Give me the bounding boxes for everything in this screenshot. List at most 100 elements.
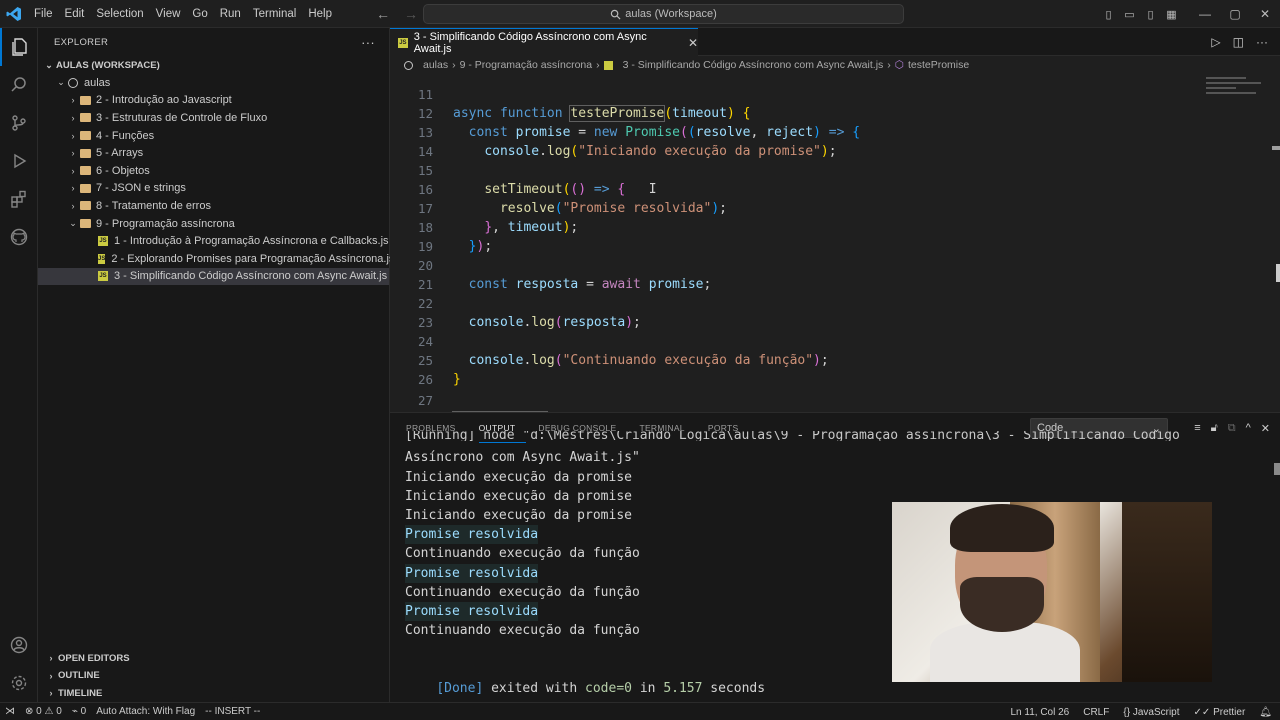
chevron-down-icon: ⌄ (69, 218, 77, 229)
cursor-position[interactable]: Ln 11, Col 26 (1010, 707, 1069, 718)
tree-file[interactable]: JS 2 - Explorando Promises para Programa… (38, 250, 394, 268)
tree-folder[interactable]: › 8 - Tratamento de erros (38, 197, 389, 215)
code-line: 27 testePromise(2000); (390, 372, 1190, 412)
code-editor[interactable]: 11 async function testePromise(timeout) … (390, 74, 1280, 412)
double-check-icon: ✓✓ (1193, 706, 1211, 718)
open-editors-section[interactable]: › OPEN EDITORS (38, 650, 389, 668)
command-center-search[interactable]: aulas (Workspace) (423, 4, 904, 24)
code-line: 16 resolve("Promise resolvida"); (390, 161, 1190, 216)
status-right: Ln 11, Col 26 CRLF {} JavaScript ✓✓ Pret… (1010, 703, 1272, 720)
tree-root-folder[interactable]: ⌄ aulas (38, 74, 389, 92)
menu-terminal[interactable]: Terminal (247, 0, 302, 28)
problems-indicator[interactable]: ⊗ 0 ⚠ 0 (20, 706, 67, 717)
clear-output-icon[interactable]: ≡ (1194, 422, 1200, 434)
tree-folder[interactable]: › 2 - Introdução ao Javascript (38, 92, 389, 110)
folder-icon (80, 183, 91, 193)
outline-section[interactable]: › OUTLINE (38, 667, 389, 685)
code-line: 19 (390, 218, 1190, 254)
folder-label: 3 - Estruturas de Controle de Fluxo (96, 111, 268, 124)
menu-help[interactable]: Help (302, 0, 338, 28)
panel-actions: ≡ 🔓︎ ⧉ ^ ✕ (1194, 413, 1270, 443)
editor-tab-active[interactable]: JS 3 - Simplificando Código Assíncrono c… (390, 28, 698, 56)
prettier-status[interactable]: ✓✓ Prettier (1194, 707, 1246, 718)
menu-file[interactable]: File (28, 0, 59, 28)
menu-selection[interactable]: Selection (90, 0, 149, 28)
javascript-file-icon (603, 60, 613, 70)
editor-scrollbar[interactable] (1272, 74, 1280, 412)
tree-file-selected[interactable]: JS 3 - Simplificando Código Assíncrono c… (38, 267, 389, 286)
warning-icon: ⚠ (44, 706, 54, 717)
split-editor-icon[interactable]: ◫ (1233, 35, 1244, 49)
output-done-line: [Done] exited with code=0 in 5.157 secon… (405, 660, 765, 696)
toggle-secondary-sidebar-icon[interactable]: ▯ (1140, 8, 1161, 21)
more-actions-icon[interactable]: ··· (361, 35, 375, 50)
menu-edit[interactable]: Edit (59, 0, 91, 28)
close-window-icon[interactable]: ✕ (1250, 7, 1280, 21)
search-icon[interactable] (0, 66, 38, 104)
notifications-icon[interactable]: 🔔︎ (1259, 707, 1272, 718)
output-line: Iniciando execução da promise (405, 508, 632, 523)
chevron-right-icon: › (71, 183, 75, 194)
javascript-file-icon: JS (98, 271, 108, 282)
done-in: in (639, 681, 656, 697)
file-label: 1 - Introdução à Programação Assíncrona … (114, 235, 389, 248)
toggle-sidebar-icon[interactable]: ▯ (1098, 8, 1119, 21)
language-mode[interactable]: {} JavaScript (1123, 707, 1179, 718)
chevron-right-icon: › (71, 148, 75, 159)
timeline-section[interactable]: › TIMELINE (38, 685, 389, 703)
run-debug-icon[interactable] (0, 142, 38, 180)
settings-gear-icon[interactable] (0, 664, 38, 702)
tree-folder[interactable]: › 4 - Funções (38, 127, 389, 145)
chevron-right-icon: › (71, 130, 75, 141)
minimize-icon[interactable]: — (1190, 7, 1220, 21)
run-file-icon[interactable]: ▷ (1211, 35, 1220, 49)
copy-icon[interactable]: ⧉ (1228, 422, 1236, 435)
close-panel-icon[interactable]: ✕ (1261, 422, 1270, 435)
braces-icon: {} (1123, 706, 1131, 718)
more-actions-icon[interactable]: ··· (1256, 35, 1268, 49)
minimap[interactable] (1206, 74, 1272, 114)
title-bar: File Edit Selection View Go Run Terminal… (0, 0, 1280, 28)
code-line: 21 (390, 256, 1190, 292)
toggle-panel-icon[interactable]: ▭ (1119, 8, 1140, 21)
customize-layout-icon[interactable]: ▦ (1161, 8, 1182, 21)
breadcrumb-item[interactable]: testePromise (908, 59, 969, 71)
output-line: Promise resolvida (405, 602, 539, 622)
arrow-right-icon[interactable]: → (404, 6, 418, 22)
code-line: 17 }, timeout); (390, 180, 1190, 235)
tree-folder-open[interactable]: ⌄ 9 - Programação assíncrona (38, 215, 389, 233)
breadcrumb-item[interactable]: 9 - Programação assíncrona (460, 59, 592, 71)
tree-folder[interactable]: › 5 - Arrays (38, 144, 389, 162)
remote-icon[interactable]: ⋊ (0, 706, 20, 717)
explorer-icon[interactable] (0, 28, 38, 66)
source-control-icon[interactable] (0, 104, 38, 142)
done-unit: seconds (710, 681, 766, 697)
output-line: Promise resolvida (405, 564, 539, 584)
ports-indicator[interactable]: ⌁ 0 (67, 706, 91, 717)
workspace-section[interactable]: ⌄ AULAS (WORKSPACE) (38, 56, 389, 74)
account-icon[interactable] (0, 626, 38, 664)
line-ending[interactable]: CRLF (1083, 707, 1109, 718)
editor-actions: ▷ ◫ ··· (1211, 28, 1268, 56)
github-icon[interactable] (0, 218, 38, 256)
menu-view[interactable]: View (150, 0, 187, 28)
arrow-left-icon[interactable]: ← (376, 6, 390, 22)
breadcrumb-item[interactable]: aulas (423, 59, 448, 71)
menu-go[interactable]: Go (186, 0, 213, 28)
tree-folder[interactable]: › 7 - JSON e strings (38, 180, 389, 198)
restore-icon[interactable]: ▢ (1220, 7, 1250, 21)
javascript-file-icon: JS (98, 236, 108, 247)
lock-icon[interactable]: 🔓︎ (1211, 422, 1218, 435)
maximize-panel-icon[interactable]: ^ (1246, 422, 1251, 434)
tree-file[interactable]: JS 1 - Introdução à Programação Assíncro… (38, 232, 389, 250)
close-tab-icon[interactable]: ✕ (688, 36, 698, 50)
breadcrumb-item[interactable]: 3 - Simplificando Código Assíncrono com … (623, 59, 884, 71)
tree-folder[interactable]: › 3 - Estruturas de Controle de Fluxo (38, 109, 389, 127)
tree-folder[interactable]: › 6 - Objetos (38, 162, 389, 180)
section-label: TIMELINE (58, 687, 103, 699)
extensions-icon[interactable] (0, 180, 38, 218)
root-folder-icon (404, 60, 413, 70)
menu-run[interactable]: Run (214, 0, 247, 28)
panel-scrollbar[interactable] (1274, 463, 1280, 475)
auto-attach[interactable]: Auto Attach: With Flag (91, 706, 200, 717)
